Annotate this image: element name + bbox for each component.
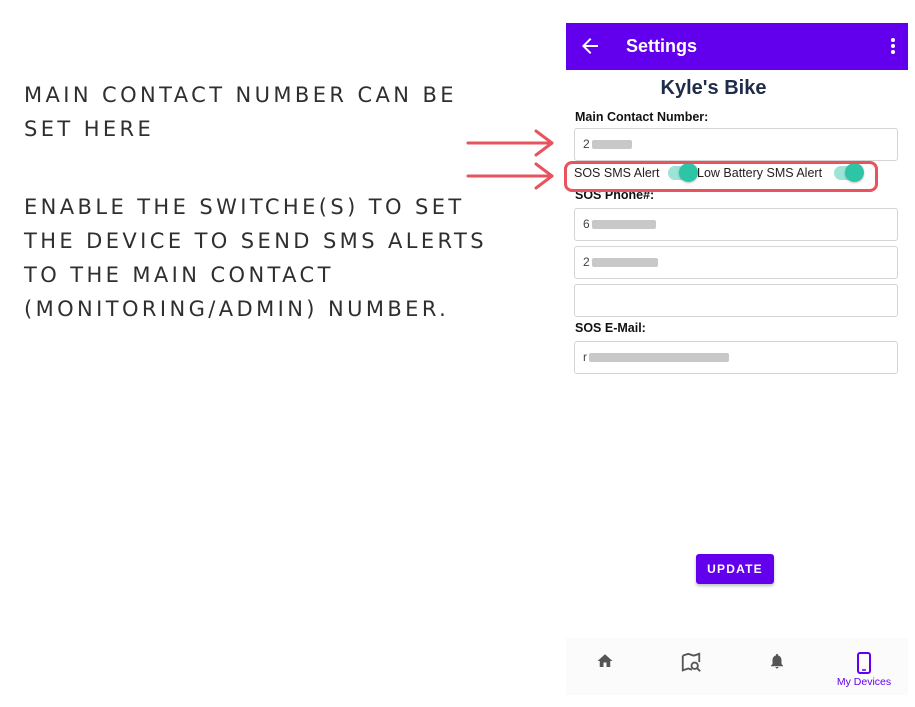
main-contact-instruction: MAIN CONTACT NUMBER CAN BE SET HERE [24,83,457,141]
bottom-navigation: My Devices [566,638,908,695]
sos-phone-value-1: 6 [583,217,590,231]
page-title: Settings [626,36,698,56]
device-name: Kyle's Bike [660,77,767,99]
main-contact-value: 2 [583,137,590,151]
sos-phone-field-1[interactable]: 6 [574,208,898,241]
map-search-icon [681,652,701,672]
nav-notifications[interactable] [747,646,807,691]
main-contact-label: Main Contact Number: [575,110,709,124]
nav-home[interactable] [575,646,635,691]
nav-my-devices-label: My Devices [836,676,892,688]
sos-phone-field-3[interactable] [574,284,898,317]
arrow-to-switches [466,162,554,190]
app-bar: Settings [566,23,908,70]
sos-phone-field-2[interactable]: 2 [574,246,898,279]
arrow-left-icon[interactable] [578,34,602,58]
switch-instruction: ENABLE THE SWITCHE(S) TO SET THE DEVICE … [24,195,487,321]
switch-highlight-box [564,161,878,192]
redacted-mask [591,258,658,268]
redacted-mask [591,140,632,150]
more-vert-icon[interactable] [890,38,896,56]
phone-screen: Settings Kyle's Bike Main Contact Number… [566,23,908,695]
redacted-mask [589,353,729,363]
main-contact-field[interactable]: 2 [574,128,898,161]
nav-my-devices[interactable]: My Devices [834,646,894,691]
sos-email-label: SOS E-Mail: [575,321,646,335]
bell-icon [771,653,783,669]
sos-email-field[interactable]: r [574,341,898,374]
sos-email-value: r [583,350,587,364]
phone-device-icon [857,652,871,674]
update-button[interactable]: UPDATE [696,554,774,584]
home-icon [597,654,613,667]
sos-phone-value-2: 2 [583,255,590,269]
redacted-mask [591,220,656,230]
nav-map[interactable] [661,646,721,691]
